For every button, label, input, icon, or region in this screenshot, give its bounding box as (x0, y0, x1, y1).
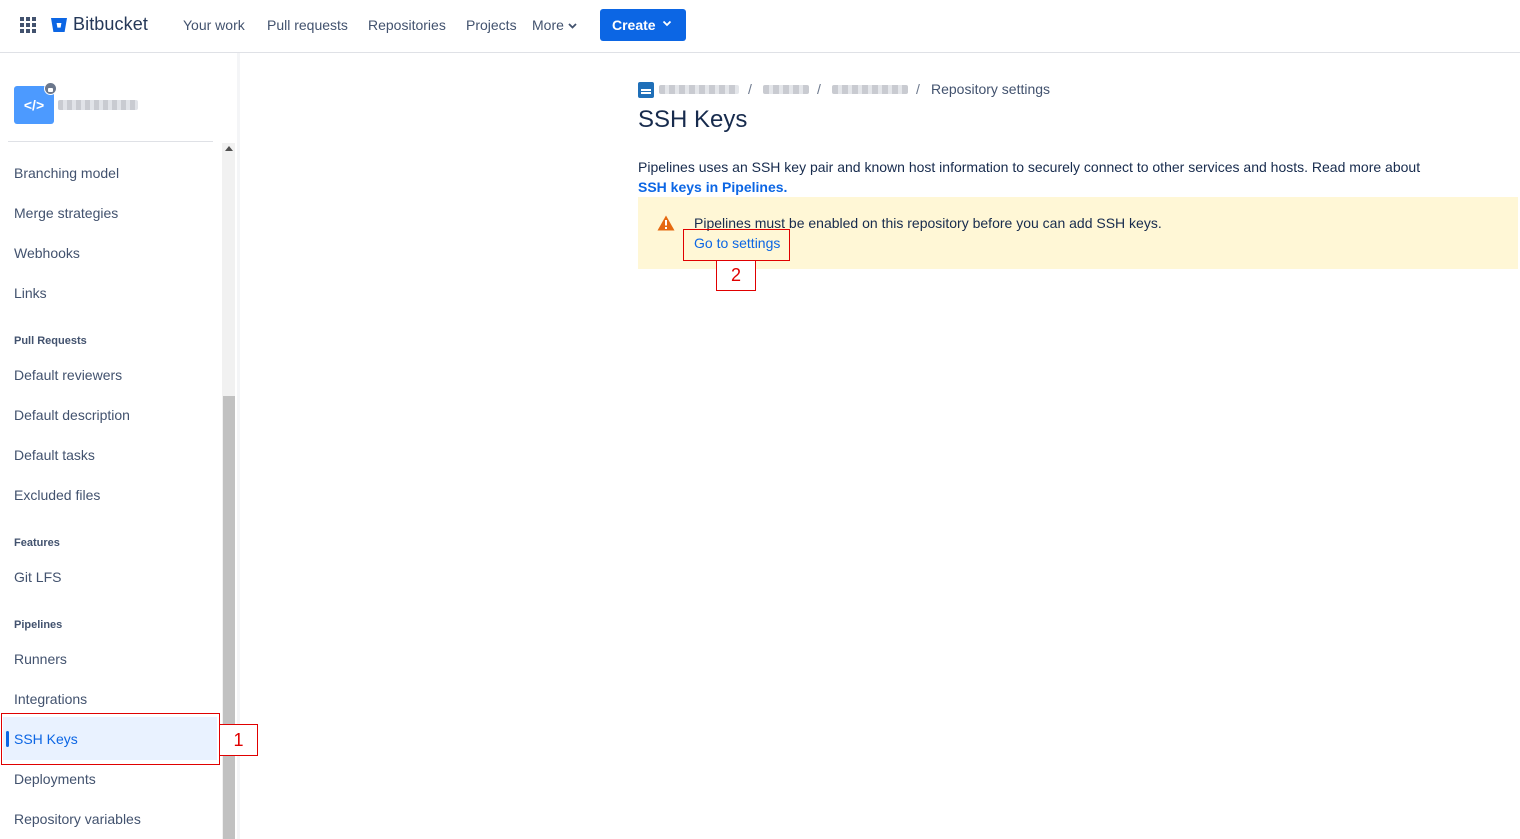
breadcrumb-project-redacted[interactable] (763, 85, 809, 94)
sidebar-item-default-description[interactable]: Default description (14, 407, 130, 423)
nav-your-work[interactable]: Your work (183, 17, 245, 33)
annotation-box-2 (683, 229, 790, 261)
sidebar-item-webhooks[interactable]: Webhooks (14, 245, 80, 261)
bitbucket-logo-icon[interactable] (50, 16, 68, 34)
lock-icon (44, 82, 57, 95)
chevron-down-icon (662, 20, 672, 27)
sidebar-item-default-tasks[interactable]: Default tasks (14, 447, 95, 463)
sidebar-resize-handle[interactable] (237, 53, 240, 839)
create-button-label: Create (612, 17, 656, 33)
sidebar-item-links[interactable]: Links (14, 285, 47, 301)
sidebar-item-runners[interactable]: Runners (14, 651, 67, 667)
nav-pull-requests[interactable]: Pull requests (267, 17, 348, 33)
annotation-box-1 (1, 713, 220, 765)
breadcrumb-separator: / (817, 81, 821, 97)
sidebar-section-features: Features (14, 537, 60, 549)
sidebar-item-default-reviewers[interactable]: Default reviewers (14, 367, 122, 383)
nav-repositories[interactable]: Repositories (368, 17, 446, 33)
warning-icon (657, 215, 675, 231)
create-button[interactable]: Create (600, 9, 686, 41)
breadcrumb-repository-settings[interactable]: Repository settings (931, 81, 1050, 97)
workspace-icon (638, 82, 654, 98)
sidebar-item-branching-model[interactable]: Branching model (14, 165, 119, 181)
sidebar-item-excluded-files[interactable]: Excluded files (14, 487, 100, 503)
description-text: Pipelines uses an SSH key pair and known… (638, 159, 1421, 175)
breadcrumb-repository-redacted[interactable] (832, 85, 908, 94)
annotation-label-1: 1 (219, 724, 258, 756)
sidebar-item-repository-variables[interactable]: Repository variables (14, 811, 141, 827)
page-title: SSH Keys (638, 106, 748, 133)
sidebar-item-merge-strategies[interactable]: Merge strategies (14, 205, 118, 221)
sidebar-section-pipelines: Pipelines (14, 619, 63, 631)
ssh-keys-docs-link[interactable]: SSH keys in Pipelines. (638, 179, 787, 195)
app-switcher-icon[interactable] (20, 17, 36, 33)
nav-projects[interactable]: Projects (466, 17, 517, 33)
repository-name-redacted[interactable] (58, 100, 138, 110)
sidebar-item-deployments[interactable]: Deployments (14, 771, 96, 787)
chevron-down-icon (568, 23, 577, 29)
breadcrumb-separator: / (916, 81, 920, 97)
nav-more-label: More (532, 17, 564, 33)
scroll-up-arrow-icon[interactable] (225, 146, 233, 151)
sidebar-item-integrations[interactable]: Integrations (14, 691, 87, 707)
top-navigation: Bitbucket Your work Pull requests Reposi… (0, 0, 1520, 53)
sidebar-divider (8, 141, 213, 142)
sidebar-section-pull-requests: Pull Requests (14, 335, 87, 347)
bitbucket-logo-text[interactable]: Bitbucket (73, 14, 148, 35)
annotation-label-2: 2 (716, 260, 756, 291)
nav-more[interactable]: More (532, 17, 577, 33)
sidebar-item-git-lfs[interactable]: Git LFS (14, 569, 61, 585)
breadcrumb-separator: / (748, 81, 752, 97)
breadcrumb-workspace-redacted[interactable] (659, 85, 739, 94)
sidebar-scrollbar-thumb[interactable] (223, 396, 235, 839)
